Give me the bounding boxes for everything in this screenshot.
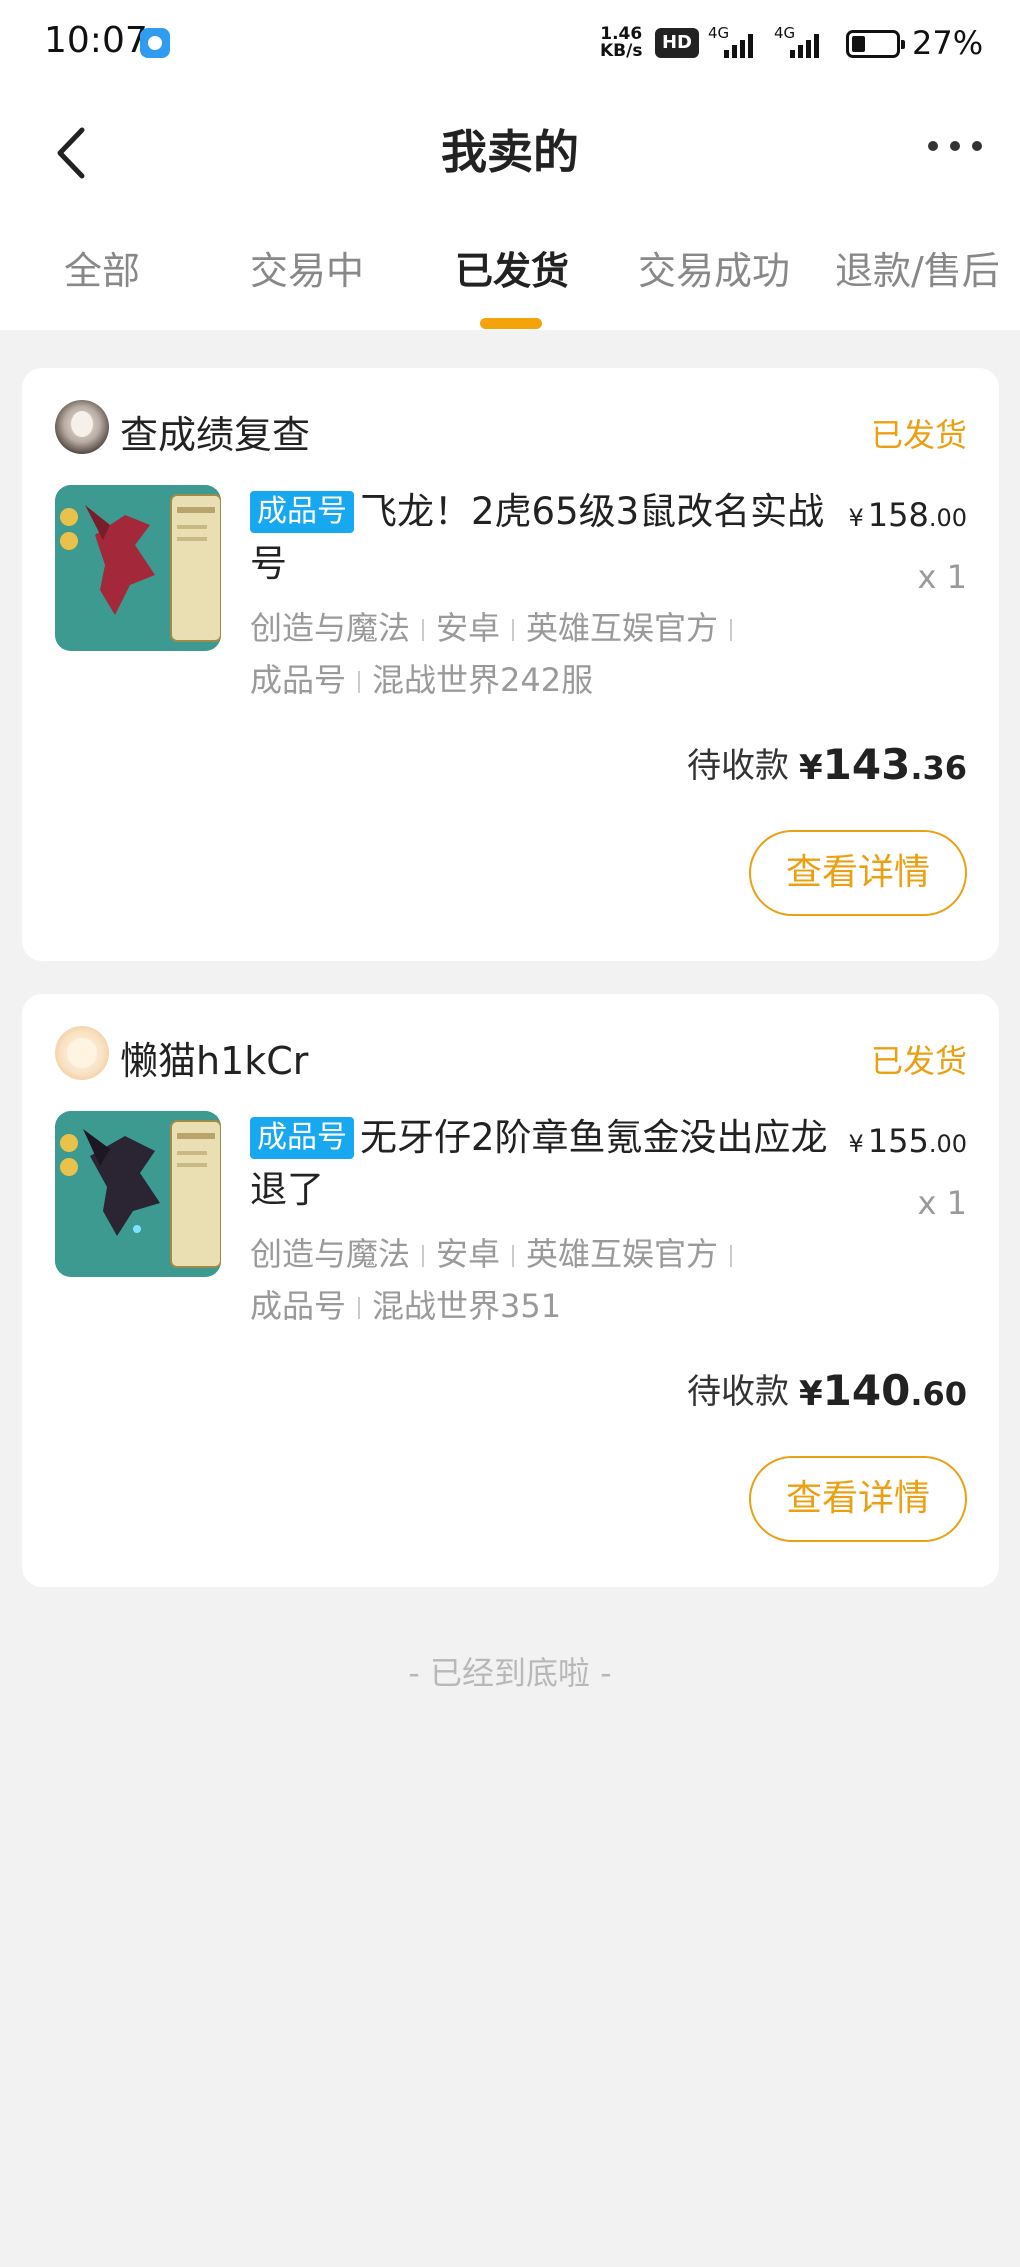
pending-amount: 待收款 ¥143.36: [686, 740, 967, 789]
page-title: 我卖的: [441, 125, 579, 179]
hd-voice-icon: HD: [655, 28, 699, 58]
order-card[interactable]: 懒猫h1kCr 已发货 成品号 无牙仔2阶章鱼氪金没出应龙退了 创造与魔法 安卓 英雄…: [22, 994, 999, 1587]
attribute-game: 创造与魔法: [250, 609, 411, 647]
more-button[interactable]: [920, 125, 990, 165]
attribute-platform: 安卓: [436, 1235, 501, 1273]
battery-percent: 27%: [912, 24, 984, 62]
pending-amount: 待收款 ¥140.60: [686, 1366, 967, 1415]
attribute-channel: 英雄互娱官方: [526, 1235, 719, 1273]
product-attributes: 创造与魔法 安卓 英雄互娱官方成品号 混战世界351: [250, 1228, 810, 1332]
network-speed-unit: KB/s: [600, 41, 643, 61]
end-of-list-text: - 已经到底啦 -: [408, 1654, 612, 1692]
more-dot-icon: [950, 141, 960, 151]
more-dot-icon: [928, 141, 938, 151]
seller-name[interactable]: 懒猫h1kCr: [120, 1030, 308, 1085]
avatar: [55, 400, 109, 454]
pending-amount-label: 待收款: [686, 1372, 789, 1412]
product-title[interactable]: 成品号 飞龙！2虎65级3鼠改名实战号: [250, 486, 840, 590]
unit-price: ¥155.00: [848, 1122, 967, 1160]
unit-price: ¥158.00: [848, 496, 967, 534]
product-title[interactable]: 成品号 无牙仔2阶章鱼氪金没出应龙退了: [250, 1112, 840, 1216]
product-attributes: 创造与魔法 安卓 英雄互娱官方成品号 混战世界242服: [250, 602, 810, 706]
tab-shipped[interactable]: 已发货: [455, 240, 569, 295]
battery-icon: [846, 30, 905, 58]
product-thumbnail[interactable]: [55, 1111, 221, 1277]
quantity: x 1: [917, 558, 967, 596]
tab-completed[interactable]: 交易成功: [638, 240, 790, 295]
order-status: 已发货: [870, 416, 967, 454]
tab-all[interactable]: 全部: [64, 240, 140, 295]
signal-icon: 4G: [774, 24, 836, 60]
attribute-channel: 英雄互娱官方: [526, 609, 719, 647]
status-bar: 10:07 1.46 KB/s HD 4G 4G 27%: [0, 0, 1020, 90]
attribute-type: 成品号: [250, 661, 347, 699]
attribute-server: 混战世界242服: [372, 661, 594, 699]
network-speed: 1.46 KB/s: [600, 26, 642, 60]
view-details-button[interactable]: 查看详情: [749, 1456, 967, 1542]
view-details-button[interactable]: 查看详情: [749, 830, 967, 916]
pending-amount-label: 待收款: [686, 746, 789, 786]
signal-icon: 4G: [708, 24, 770, 60]
tab-in-trade[interactable]: 交易中: [250, 240, 364, 295]
attribute-type: 成品号: [250, 1287, 347, 1325]
seller-name[interactable]: 查成绩复查: [120, 404, 310, 459]
status-time: 10:07: [44, 20, 148, 61]
product-tag: 成品号: [250, 1117, 354, 1159]
avatar: [55, 1026, 109, 1080]
attribute-server: 混战世界351: [372, 1287, 562, 1325]
order-card[interactable]: 查成绩复查 已发货 成品号 飞龙！2虎65级3鼠改名实战号 创造与魔法 安卓 英雄互娱…: [22, 368, 999, 961]
attribute-game: 创造与魔法: [250, 1235, 411, 1273]
product-thumbnail[interactable]: [55, 485, 221, 651]
quantity: x 1: [917, 1184, 967, 1222]
tab-refund[interactable]: 退款/售后: [835, 240, 1000, 295]
app-notification-icon: [140, 28, 170, 58]
active-tab-indicator: [480, 318, 542, 329]
product-tag: 成品号: [250, 491, 354, 533]
attribute-platform: 安卓: [436, 609, 501, 647]
order-status: 已发货: [870, 1042, 967, 1080]
more-dot-icon: [972, 141, 982, 151]
